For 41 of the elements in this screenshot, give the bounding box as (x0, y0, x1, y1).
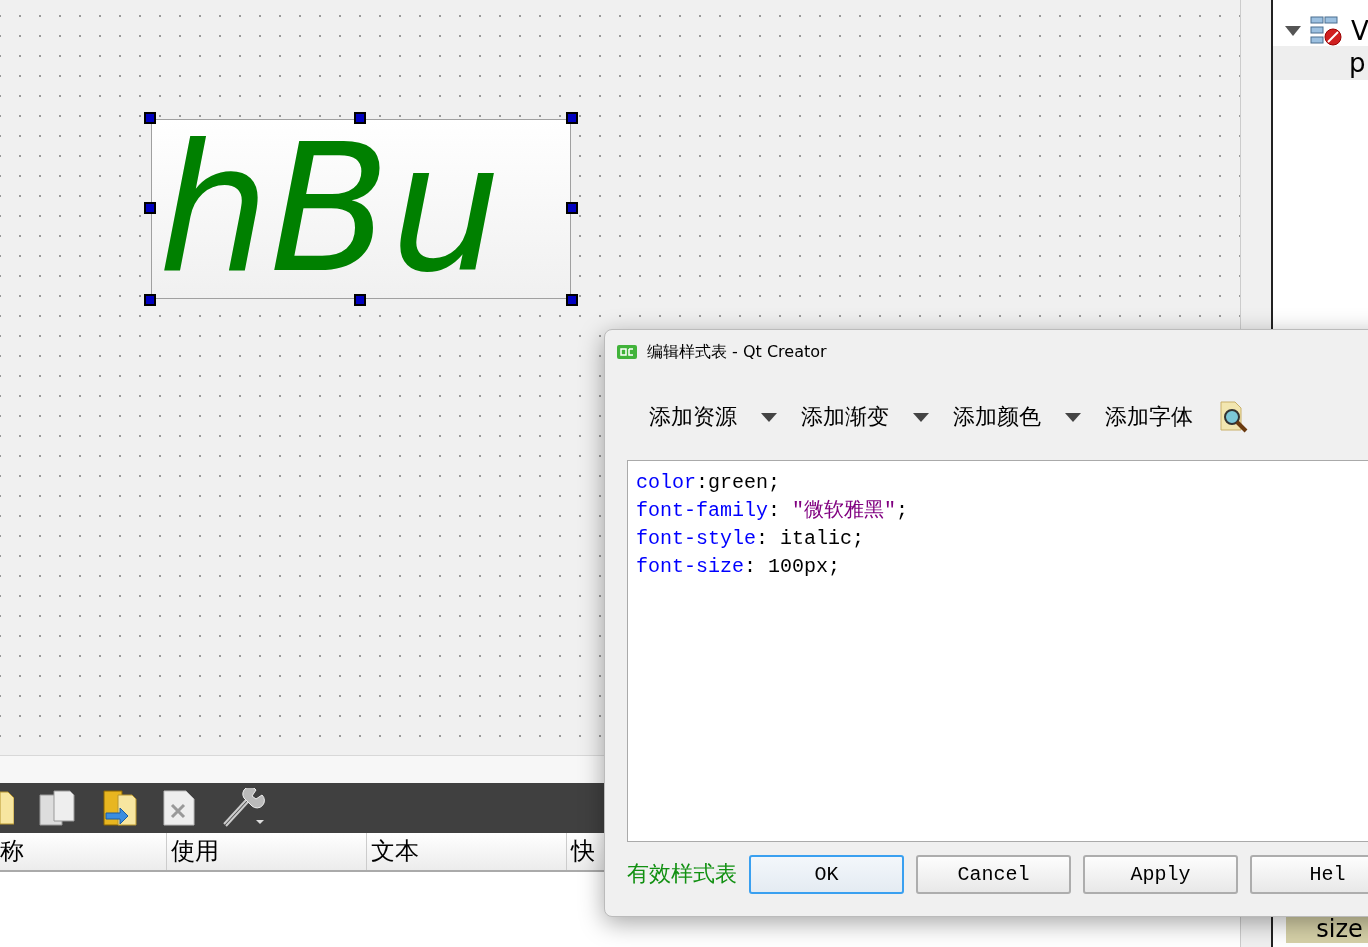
resize-handle[interactable] (144, 112, 156, 124)
status-label: 有效样式表 (627, 860, 737, 888)
resize-handle[interactable] (354, 112, 366, 124)
resize-handle[interactable] (354, 294, 366, 306)
resize-handle[interactable] (566, 202, 578, 214)
widget-icon (1309, 15, 1343, 47)
caret-icon[interactable] (761, 412, 777, 422)
expand-arrow-icon[interactable] (1285, 26, 1301, 36)
pages-icon[interactable] (38, 789, 76, 827)
column-header[interactable]: 称 (0, 833, 167, 870)
toolbar-button[interactable]: 添加资源 (649, 402, 737, 432)
toolbar-button[interactable]: 添加颜色 (953, 402, 1041, 432)
code-line: font-size: 100px; (636, 554, 842, 580)
dialog-button[interactable]: OK (749, 854, 904, 894)
resize-handle[interactable] (144, 294, 156, 306)
window-title: 编辑样式表 - Qt Creator (647, 341, 827, 363)
wrench-icon[interactable] (220, 788, 266, 828)
column-header[interactable]: 使用 (167, 833, 367, 870)
dialog-button[interactable]: Hel (1250, 854, 1368, 894)
dialog-button[interactable]: Apply (1083, 854, 1238, 894)
resize-handle[interactable] (566, 294, 578, 306)
code-line: font-style: italic; (636, 526, 866, 552)
document-icon[interactable] (0, 790, 14, 826)
column-header[interactable]: 文本 (367, 833, 567, 870)
resize-handle[interactable] (566, 112, 578, 124)
property-row[interactable]: size (1286, 915, 1368, 943)
caret-icon[interactable] (1065, 412, 1081, 422)
toolbar-button[interactable]: 添加字体 (1105, 402, 1193, 432)
push-button[interactable]: hBu (151, 119, 571, 299)
tree-item[interactable]: V (1351, 16, 1368, 46)
toolbar-button[interactable]: 添加渐变 (801, 402, 889, 432)
document-arrow-icon[interactable] (100, 789, 138, 827)
app-icon (617, 345, 637, 359)
code-line: color:green; (636, 470, 782, 496)
tree-item[interactable]: p (1273, 46, 1368, 80)
resize-handle[interactable] (144, 202, 156, 214)
delete-file-icon[interactable] (162, 789, 196, 827)
dialog-button[interactable]: Cancel (916, 854, 1071, 894)
code-editor[interactable]: color:green; font-family: "微软雅黑"; font-style: italic; font-size: 100px; (627, 460, 1368, 842)
caret-icon[interactable] (913, 412, 929, 422)
code-line: font-family: "微软雅黑"; (636, 498, 910, 524)
